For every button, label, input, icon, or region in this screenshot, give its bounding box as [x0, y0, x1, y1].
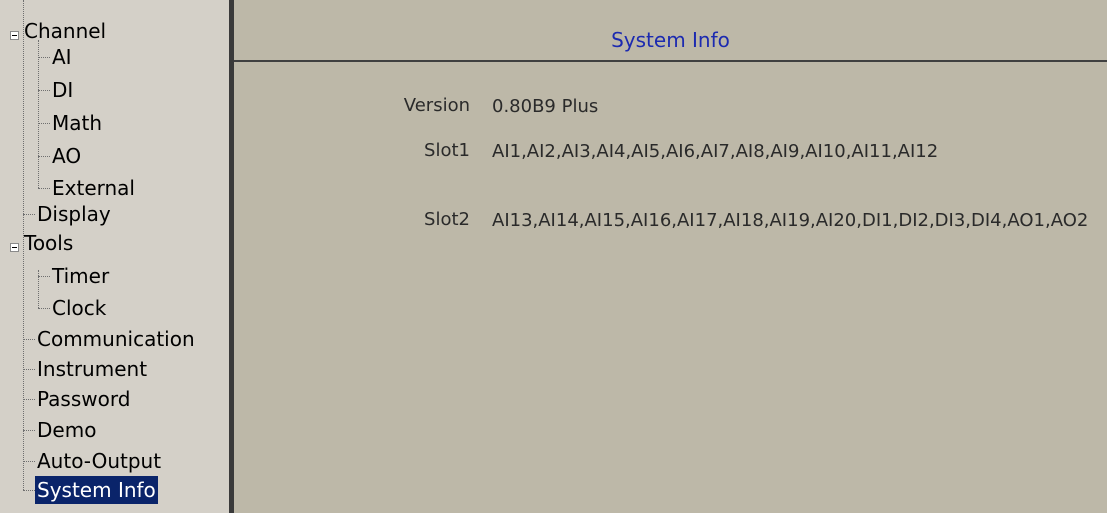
- tree-line: [23, 369, 35, 370]
- tree-line: [38, 123, 50, 124]
- collapse-tools-icon[interactable]: [10, 243, 19, 252]
- tree-line: [23, 399, 35, 400]
- tree-item-label: AI: [52, 45, 72, 69]
- tree-line: [38, 276, 50, 277]
- tree-line: [38, 308, 50, 309]
- tree-item-label: Clock: [52, 296, 107, 320]
- tree-item-label: Timer: [52, 264, 110, 288]
- tree-line: [23, 214, 35, 215]
- tree-line: [38, 156, 50, 157]
- tree-item-label: Tools: [24, 231, 74, 255]
- tree-item-label: AO: [52, 144, 82, 168]
- title-divider: [234, 60, 1107, 62]
- system-info-panel: System Info Version 0.80B9 Plus Slot1 AI…: [234, 0, 1107, 513]
- version-label: Version: [403, 95, 470, 116]
- slot1-label: Slot1: [424, 140, 470, 161]
- settings-tree: Channel AI DI Math AO External Display T…: [0, 0, 229, 513]
- collapse-channel-icon[interactable]: [10, 31, 19, 40]
- tree-item-label: Communication: [37, 327, 195, 351]
- tree-item-label: Auto-Output: [37, 449, 162, 473]
- tree-item-label: Math: [52, 111, 103, 135]
- tree-line: [38, 57, 50, 58]
- tree-item-label: Demo: [37, 418, 97, 442]
- tree-line: [38, 90, 50, 91]
- tree-line: [23, 339, 35, 340]
- slot2-value: AI13,AI14,AI15,AI16,AI17,AI18,AI19,AI20,…: [492, 210, 1089, 231]
- tree-line: [23, 490, 35, 491]
- tree-line: [23, 461, 35, 462]
- tree-line: [38, 40, 39, 188]
- tree-line: [38, 188, 50, 189]
- slot2-label: Slot2: [424, 209, 470, 230]
- tree-item-label: Password: [37, 387, 131, 411]
- version-value: 0.80B9 Plus: [492, 96, 599, 117]
- tree-line: [23, 430, 35, 431]
- tree-item-label: DI: [52, 78, 74, 102]
- slot1-value: AI1,AI2,AI3,AI4,AI5,AI6,AI7,AI8,AI9,AI10…: [492, 141, 939, 162]
- tree-item-label: Instrument: [37, 357, 148, 381]
- tree-item-label: System Info: [35, 476, 158, 504]
- page-title: System Info: [611, 28, 730, 52]
